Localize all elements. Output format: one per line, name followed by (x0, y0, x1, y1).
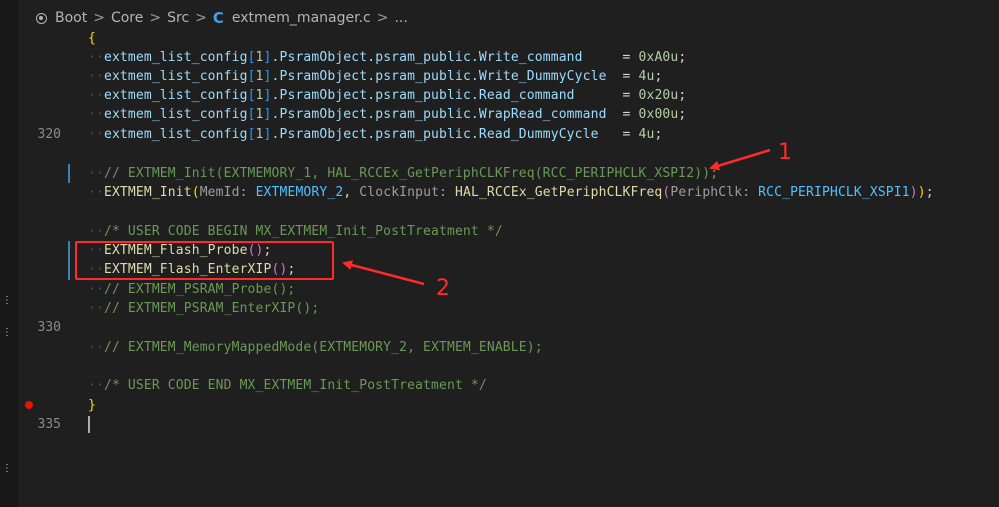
annotation-label-1: 1 (778, 140, 792, 165)
arrow-1 (709, 148, 771, 171)
arrow-2 (342, 260, 425, 286)
annotation-arrows (342, 148, 771, 286)
annotation-label-2: 2 (436, 276, 450, 301)
